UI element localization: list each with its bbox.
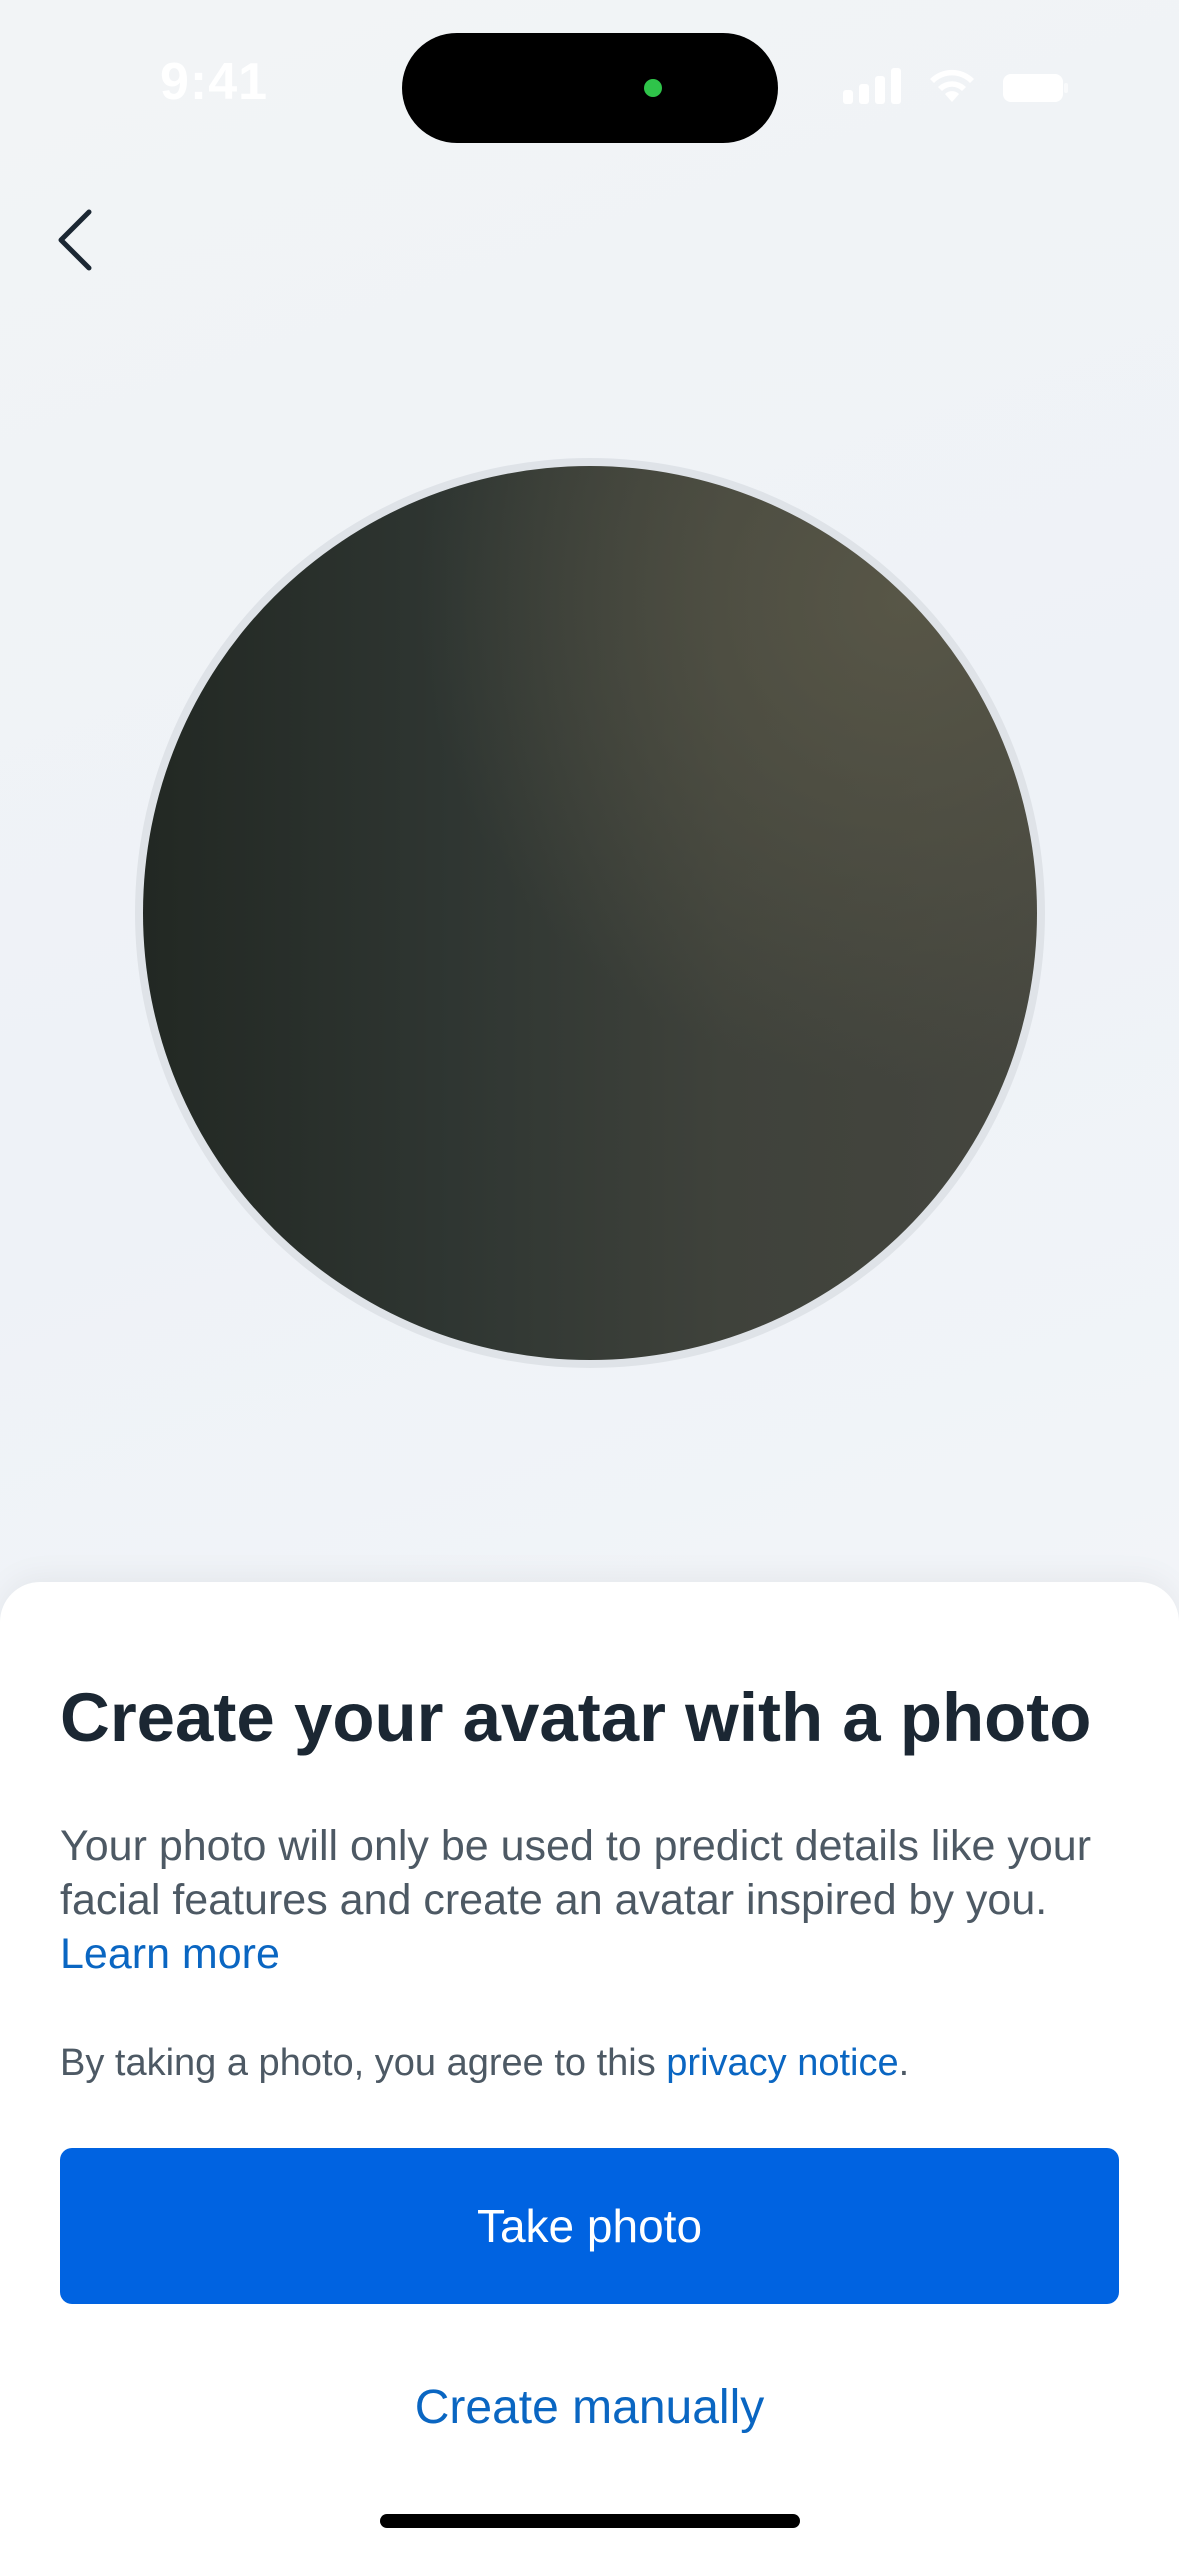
wifi-icon [927,66,977,104]
privacy-suffix: . [898,2042,910,2084]
back-button[interactable] [40,200,110,280]
sheet-description: Your photo will only be used to predict … [60,1819,1120,1981]
learn-more-link[interactable]: Learn more [60,1930,280,1978]
bottom-sheet: Create your avatar with a photo Your pho… [0,1582,1179,2556]
battery-icon [1003,72,1069,104]
camera-preview [143,466,1037,1360]
privacy-prefix: By taking a photo, you agree to this [60,2042,656,2084]
description-text: Your photo will only be used to predict … [60,1822,1092,1924]
status-time: 9:41 [160,53,269,111]
privacy-notice-link[interactable]: privacy notice [666,2042,898,2084]
dynamic-island [402,33,778,143]
sheet-title: Create your avatar with a photo [60,1679,1092,1756]
home-indicator[interactable] [380,2514,800,2528]
create-manually-button[interactable]: Create manually [260,2352,919,2462]
camera-indicator-dot [644,79,662,97]
privacy-note: By taking a photo, you agree to this pri… [60,2039,1120,2087]
status-bar: 9:41 [0,0,1179,180]
status-icons [843,66,1069,104]
cellular-signal-icon [843,68,901,104]
chevron-left-icon [58,209,92,271]
take-photo-button[interactable]: Take photo [60,2148,1119,2304]
